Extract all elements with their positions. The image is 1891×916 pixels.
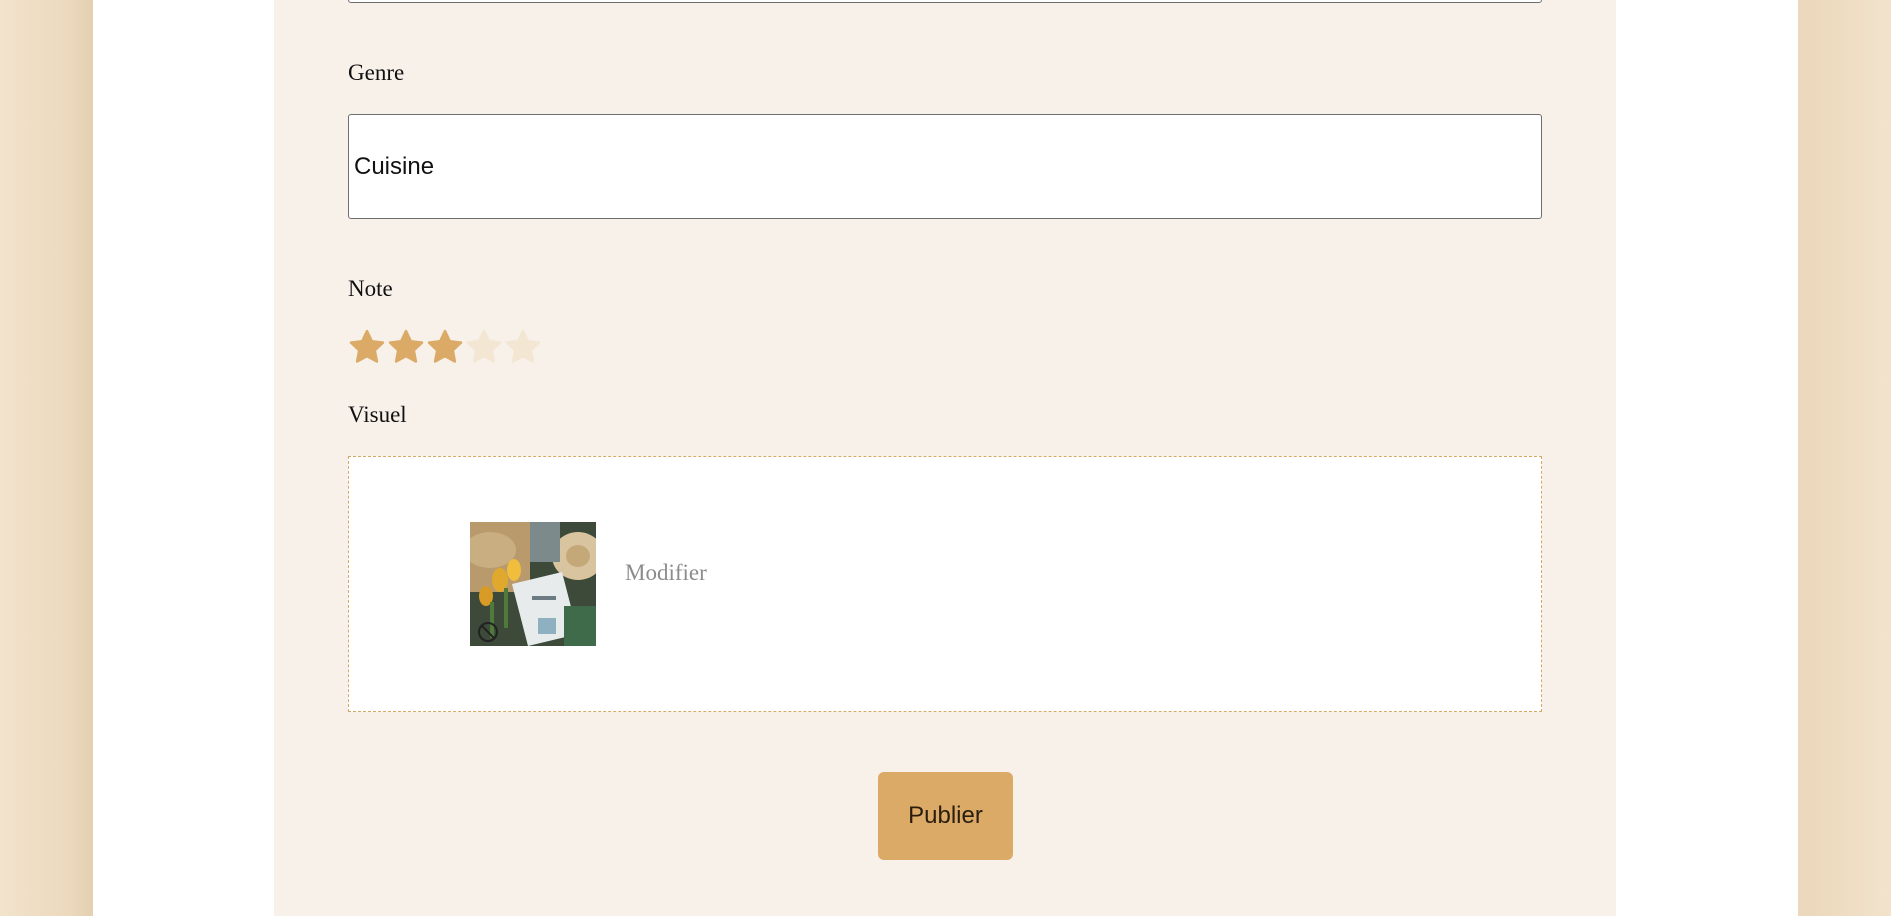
star-icon[interactable] xyxy=(426,328,464,366)
genre-input-value: Cuisine xyxy=(354,152,435,180)
star-rating[interactable] xyxy=(348,328,542,366)
star-icon[interactable] xyxy=(504,328,542,366)
cover-thumbnail-image xyxy=(470,522,596,646)
visuel-label: Visuel xyxy=(348,402,407,427)
modify-image-link[interactable]: Modifier xyxy=(625,560,707,586)
star-icon[interactable] xyxy=(348,328,386,366)
genre-input[interactable]: Cuisine xyxy=(348,114,1542,219)
star-icon[interactable] xyxy=(387,328,425,366)
publish-button[interactable]: Publier xyxy=(878,772,1013,860)
note-label: Note xyxy=(348,276,393,301)
genre-label: Genre xyxy=(348,60,405,85)
previous-field-input[interactable] xyxy=(348,0,1542,3)
star-icon[interactable] xyxy=(465,328,503,366)
